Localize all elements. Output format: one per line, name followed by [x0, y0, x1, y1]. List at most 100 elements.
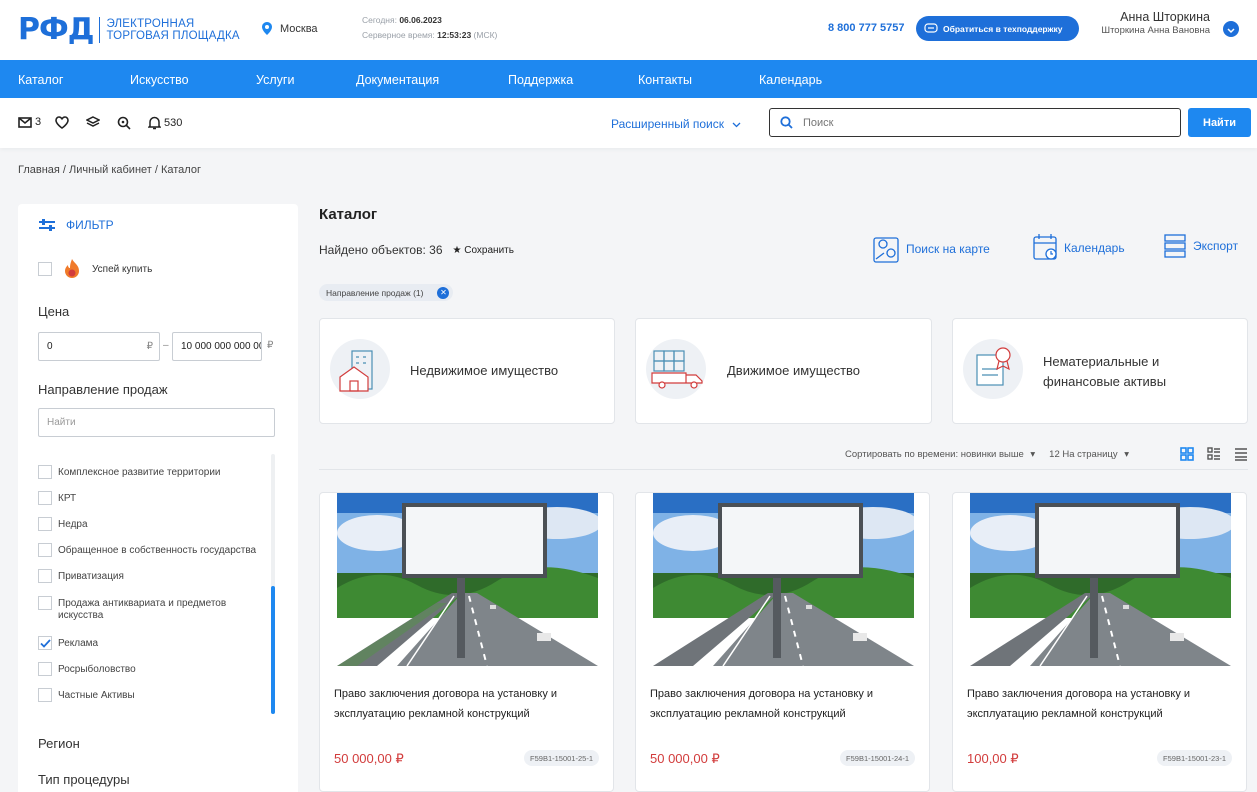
layers-button[interactable]	[86, 116, 100, 129]
messages-count: 3	[35, 116, 42, 128]
active-filter-chip[interactable]: Направление продаж (1) ✕	[319, 284, 454, 301]
list-item[interactable]: Приватизация	[38, 569, 124, 583]
city-selector[interactable]: Москва	[262, 22, 318, 35]
list-item[interactable]: Недра	[38, 517, 88, 531]
server-timezone: (МСК)	[473, 30, 498, 40]
today-label: Сегодня:	[362, 15, 397, 25]
nav-item-services[interactable]: Услуги	[256, 73, 294, 87]
lot-card[interactable]: Право заключения договора на установку и…	[635, 492, 930, 792]
category-label: Недвижимое имущество	[410, 363, 559, 378]
user-name: Анна Шторкина	[1120, 10, 1210, 24]
list-item-label: Комплексное развитие территории	[58, 467, 221, 478]
sliders-icon	[38, 218, 56, 232]
price-to-value: 10 000 000 000 00	[181, 341, 262, 352]
checkbox[interactable]	[38, 596, 52, 610]
lot-card[interactable]: Право заключения договора на установку и…	[952, 492, 1247, 792]
checkbox-checked[interactable]	[38, 636, 52, 650]
price-to-input[interactable]: 10 000 000 000 00	[172, 332, 262, 361]
region-label[interactable]: Регион	[38, 736, 80, 751]
list-item-label: КРТ	[58, 493, 77, 504]
caret-down-icon: ▾	[1124, 449, 1129, 460]
server-time-value: 12:53:23	[437, 30, 472, 40]
nav-item-documentation[interactable]: Документация	[356, 73, 439, 87]
hurry-buy-checkbox[interactable]	[38, 262, 52, 276]
export-label: Экспорт	[1193, 239, 1239, 253]
category-movable[interactable]: Движимое имущество	[635, 318, 932, 424]
nav-item-contacts[interactable]: Контакты	[638, 73, 692, 87]
support-button[interactable]: Обратиться в техподдержку	[916, 16, 1079, 41]
list-item[interactable]: Обращенное в собственность государства	[38, 543, 256, 557]
grid-view-icon[interactable]	[1180, 447, 1194, 466]
close-icon[interactable]: ✕	[437, 286, 450, 299]
calendar-button[interactable]: Календарь	[1032, 233, 1125, 263]
notifications-button[interactable]: 530	[148, 116, 182, 130]
list-item-label: Реклама	[58, 638, 99, 649]
list-view-icon[interactable]	[1234, 447, 1248, 466]
messages-button[interactable]: 3	[18, 116, 41, 128]
breadcrumb-cabinet[interactable]: Личный кабинет	[69, 164, 152, 176]
category-intangible[interactable]: Нематериальные и финансовые активы	[952, 318, 1248, 424]
nav-item-calendar[interactable]: Календарь	[759, 73, 822, 87]
list-item-label: Недра	[58, 519, 88, 530]
category-real-estate[interactable]: Недвижимое имущество	[319, 318, 615, 424]
site-logo[interactable]: РФД ЭЛЕКТРОННАЯ ТОРГОВАЯ ПЛОЩАДКА	[18, 14, 240, 46]
support-label: Обратиться в техподдержку	[943, 23, 1063, 34]
procedure-type-label[interactable]: Тип процедуры	[38, 772, 130, 787]
saved-search-button[interactable]	[117, 116, 131, 130]
hurry-buy-label: Успей купить	[92, 263, 153, 275]
user-full-name: Шторкина Анна Вановна	[1101, 25, 1210, 36]
user-profile[interactable]: Анна Шторкина Шторкина Анна Вановна	[1101, 10, 1210, 38]
scrollbar-thumb[interactable]	[271, 586, 275, 714]
calendar-icon	[1032, 233, 1060, 263]
checkbox[interactable]	[38, 465, 52, 479]
search-input[interactable]	[803, 116, 1163, 129]
save-label: Сохранить	[464, 244, 514, 256]
favorites-button[interactable]	[55, 116, 69, 129]
calendar-label: Календарь	[1064, 241, 1125, 255]
breadcrumb: Главная / Личный кабинет / Каталог	[18, 164, 201, 176]
server-time-label: Серверное время:	[362, 30, 435, 40]
list-item[interactable]: Комплексное развитие территории	[38, 465, 221, 479]
list-item[interactable]: Продажа антиквариата и предметов искусст…	[38, 596, 248, 622]
per-page-dropdown[interactable]: 12 На страницу ▾	[1049, 449, 1129, 460]
lot-title[interactable]: Право заключения договора на установку и…	[650, 684, 920, 724]
logo-line-2: ТОРГОВАЯ ПЛОЩАДКА	[106, 30, 240, 42]
currency-sign: ₽	[146, 341, 153, 352]
compact-list-view-icon[interactable]	[1207, 447, 1221, 466]
find-button[interactable]: Найти	[1188, 108, 1251, 137]
lot-price: 100,00 ₽	[967, 751, 1019, 766]
logo-mark: РФД	[18, 12, 94, 47]
user-menu-toggle[interactable]	[1223, 21, 1239, 37]
hurry-buy-option[interactable]: Успей купить	[38, 258, 152, 280]
list-item[interactable]: Реклама	[38, 636, 98, 650]
price-from-input[interactable]: 0 ₽	[38, 332, 160, 361]
checkbox[interactable]	[38, 543, 52, 557]
checkbox[interactable]	[38, 569, 52, 583]
advanced-search-toggle[interactable]: Расширенный поиск	[611, 117, 741, 131]
lot-title[interactable]: Право заключения договора на установку и…	[967, 684, 1237, 724]
per-page-label: 12 На страницу	[1049, 449, 1118, 460]
direction-search-input[interactable]: Найти	[38, 408, 275, 437]
map-search-button[interactable]: Поиск на карте	[872, 233, 990, 265]
save-search-button[interactable]: ★ Сохранить	[453, 245, 514, 256]
nav-item-support[interactable]: Поддержка	[508, 73, 573, 87]
checkbox[interactable]	[38, 491, 52, 505]
phone-number[interactable]: 8 800 777 5757	[828, 22, 904, 34]
lot-title[interactable]: Право заключения договора на установку и…	[334, 684, 604, 724]
lot-card[interactable]: Право заключения договора на установку и…	[319, 492, 614, 792]
map-icon	[872, 233, 902, 265]
checkbox[interactable]	[38, 517, 52, 531]
billboard-image	[337, 493, 598, 666]
checkbox[interactable]	[38, 662, 52, 676]
list-item-label: Приватизация	[58, 571, 124, 582]
export-button[interactable]: Экспорт	[1163, 233, 1238, 259]
sort-dropdown[interactable]: Сортировать по времени: новинки выше ▾	[845, 449, 1035, 460]
list-item[interactable]: Росрыболовство	[38, 662, 136, 676]
nav-item-catalog[interactable]: Каталог	[18, 73, 63, 87]
breadcrumb-home[interactable]: Главная	[18, 164, 60, 176]
bell-icon	[148, 116, 161, 130]
nav-item-art[interactable]: Искусство	[130, 73, 189, 87]
list-item[interactable]: КРТ	[38, 491, 76, 505]
checkbox[interactable]	[38, 688, 52, 702]
list-item[interactable]: Частные Активы	[38, 688, 135, 702]
